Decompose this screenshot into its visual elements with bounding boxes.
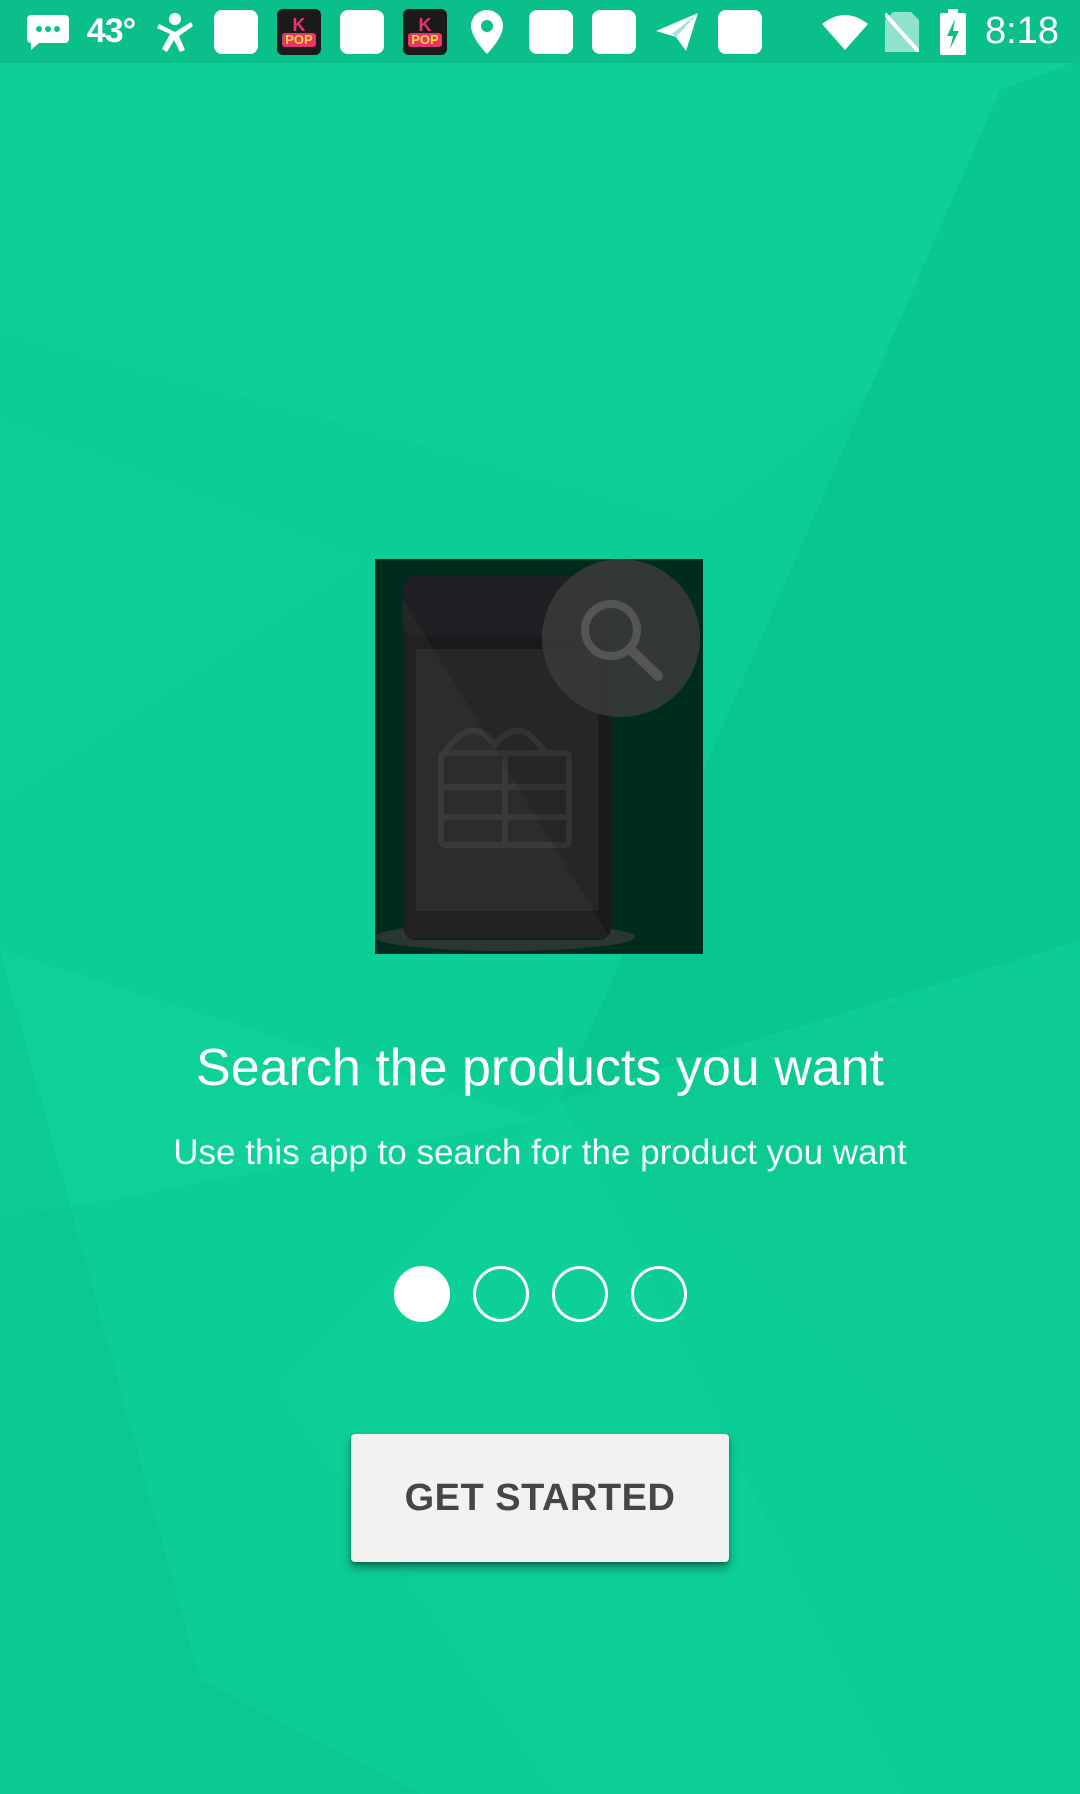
no-sim-icon — [880, 0, 924, 63]
kpop-app-icon: K POP — [402, 0, 448, 63]
location-pin-icon — [467, 0, 507, 63]
app-notification-icon — [213, 0, 259, 63]
onboarding-subtitle: Use this app to search for the product y… — [173, 1133, 907, 1172]
get-started-button[interactable]: GET STARTED — [351, 1434, 729, 1562]
battery-charging-icon — [936, 0, 970, 63]
page-dot-4[interactable] — [630, 1266, 687, 1322]
clock-label: 8:18 — [985, 10, 1059, 52]
temperature-label: 43° — [86, 12, 136, 50]
app-notification-icon — [717, 0, 763, 63]
page-dot-3[interactable] — [551, 1266, 608, 1322]
app-notification-icon — [339, 0, 385, 63]
messages-icon — [24, 0, 72, 63]
onboarding-title: Search the products you want — [196, 1039, 884, 1097]
search-products-illustration — [375, 559, 703, 954]
page-indicator — [0, 1266, 1080, 1322]
status-bar: 43° K POP K POP 8:18 — [0, 0, 1080, 63]
app-notification-icon — [591, 0, 637, 63]
page-dot-1[interactable] — [393, 1266, 450, 1322]
person-icon — [152, 0, 198, 63]
page-dot-2[interactable] — [472, 1266, 529, 1322]
wifi-icon — [820, 0, 870, 63]
kpop-app-icon: K POP — [276, 0, 322, 63]
send-icon — [654, 0, 700, 63]
app-notification-icon — [528, 0, 574, 63]
